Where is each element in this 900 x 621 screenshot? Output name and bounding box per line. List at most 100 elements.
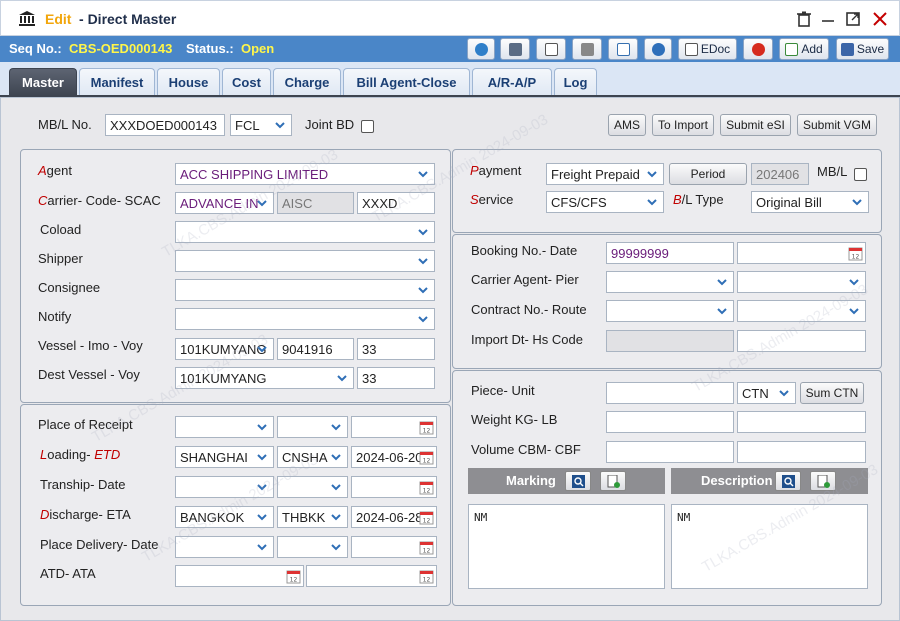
- imo-input[interactable]: 9041916: [277, 338, 354, 360]
- delivery-code-select[interactable]: [277, 536, 348, 558]
- calendar-icon[interactable]: 12: [419, 420, 434, 435]
- receipt-date-input[interactable]: 12: [351, 416, 437, 438]
- loading-code-select[interactable]: CNSHA: [277, 446, 348, 468]
- tab-ar-ap[interactable]: A/R-A/P: [472, 68, 552, 96]
- globe-button[interactable]: [467, 38, 495, 60]
- pier-select[interactable]: [737, 271, 866, 293]
- sum-ctn-button[interactable]: Sum CTN: [800, 382, 864, 404]
- loading-label-rest: oading-: [47, 447, 95, 462]
- loading-select[interactable]: SHANGHAI: [175, 446, 274, 468]
- tab-charge[interactable]: Charge: [273, 68, 341, 96]
- marking-search-button[interactable]: [565, 471, 591, 491]
- mbl-checkbox[interactable]: [854, 168, 867, 181]
- tranship-date-input[interactable]: 12: [351, 476, 437, 498]
- maximize-icon[interactable]: [844, 10, 862, 28]
- carrier-agent-select[interactable]: [606, 271, 734, 293]
- new-doc-button[interactable]: [536, 38, 566, 60]
- discharge-code-select[interactable]: THBKK: [277, 506, 348, 528]
- tab-master[interactable]: Master: [9, 68, 77, 96]
- print-button[interactable]: [572, 38, 602, 60]
- receipt-code-select[interactable]: [277, 416, 348, 438]
- calendar-icon[interactable]: 12: [419, 510, 434, 525]
- booking-input[interactable]: 99999999: [606, 242, 734, 264]
- dest-vessel-label: Dest Vessel - Voy: [38, 367, 140, 382]
- tab-log[interactable]: Log: [554, 68, 597, 96]
- dest-voy-input[interactable]: 33: [357, 367, 435, 389]
- payment-select[interactable]: Freight Prepaid: [546, 163, 664, 185]
- volume-cbf-input[interactable]: [737, 441, 866, 463]
- vessel-select[interactable]: 101KUMYANG: [175, 338, 274, 360]
- bl-type-select[interactable]: Original Bill: [751, 191, 869, 213]
- calendar-icon[interactable]: 12: [848, 246, 863, 261]
- scac-input[interactable]: XXXD: [357, 192, 435, 214]
- refresh-button[interactable]: [644, 38, 672, 60]
- hs-code-input[interactable]: [737, 330, 866, 352]
- service-select[interactable]: CFS/CFS: [546, 191, 664, 213]
- piece-input[interactable]: [606, 382, 734, 404]
- mbl-input[interactable]: XXXDOED000143: [105, 114, 225, 136]
- carrier-label: Carrier- Code- SCAC: [38, 193, 161, 208]
- submit-vgm-button[interactable]: Submit VGM: [797, 114, 877, 136]
- calendar-icon[interactable]: 12: [286, 569, 301, 584]
- coload-select[interactable]: [175, 221, 435, 243]
- status-label: Status.:: [186, 41, 234, 56]
- description-add-button[interactable]: [810, 471, 836, 491]
- close-icon[interactable]: [871, 10, 889, 28]
- tranship-code-select[interactable]: [277, 476, 348, 498]
- discharge-date-input[interactable]: 2024-06-28 12: [351, 506, 437, 528]
- description-textarea[interactable]: NM: [671, 504, 868, 589]
- joint-bd-checkbox[interactable]: [361, 120, 374, 133]
- tab-bill-agent-close[interactable]: Bill Agent-Close: [343, 68, 470, 96]
- submit-esi-button[interactable]: Submit eSI: [720, 114, 791, 136]
- type-select[interactable]: FCL: [230, 114, 292, 136]
- add-button[interactable]: Add: [779, 38, 829, 60]
- edoc-button[interactable]: EDoc: [678, 38, 737, 60]
- weight-kg-input[interactable]: [606, 411, 734, 433]
- calendar-icon[interactable]: 12: [419, 540, 434, 555]
- weight-lb-input[interactable]: [737, 411, 866, 433]
- booking-date-input[interactable]: 12: [737, 242, 866, 264]
- to-import-button[interactable]: To Import: [652, 114, 714, 136]
- shipper-select[interactable]: [175, 250, 435, 272]
- bank-icon: [19, 11, 35, 26]
- discharge-select[interactable]: BANGKOK: [175, 506, 274, 528]
- unit-select[interactable]: CTN: [737, 382, 796, 404]
- payment-value: Freight Prepaid: [551, 167, 640, 182]
- sort-button[interactable]: [500, 38, 530, 60]
- loading-date-input[interactable]: 2024-06-20 12: [351, 446, 437, 468]
- carrier-select[interactable]: ADVANCE IN: [175, 192, 274, 214]
- minimize-icon[interactable]: [819, 10, 837, 28]
- description-search-button[interactable]: [775, 471, 801, 491]
- contract-select[interactable]: [606, 300, 734, 322]
- marking-add-button[interactable]: [600, 471, 626, 491]
- copy-button[interactable]: [608, 38, 638, 60]
- ams-button[interactable]: AMS: [608, 114, 646, 136]
- agent-select[interactable]: ACC SHIPPING LIMITED: [175, 163, 435, 185]
- ata-input[interactable]: 12: [306, 565, 437, 587]
- volume-cbm-input[interactable]: [606, 441, 734, 463]
- delivery-select[interactable]: [175, 536, 274, 558]
- coload-label: Coload: [40, 222, 82, 237]
- tab-manifest[interactable]: Manifest: [79, 68, 155, 96]
- receipt-select[interactable]: [175, 416, 274, 438]
- marking-textarea[interactable]: NM: [468, 504, 665, 589]
- trash-icon[interactable]: [795, 10, 813, 28]
- route-select[interactable]: [737, 300, 866, 322]
- save-button[interactable]: Save: [836, 38, 889, 60]
- atd-input[interactable]: 12: [175, 565, 304, 587]
- tab-cost[interactable]: Cost: [222, 68, 271, 96]
- cancel-button[interactable]: [743, 38, 773, 60]
- consignee-select[interactable]: [175, 279, 435, 301]
- voy-input[interactable]: 33: [357, 338, 435, 360]
- add-doc-icon: [817, 475, 830, 488]
- calendar-icon[interactable]: 12: [419, 450, 434, 465]
- delivery-date-input[interactable]: 12: [351, 536, 437, 558]
- calendar-icon[interactable]: 12: [419, 569, 434, 584]
- calendar-icon[interactable]: 12: [419, 480, 434, 495]
- title-mode: Edit: [45, 11, 72, 27]
- period-button[interactable]: Period: [669, 163, 747, 185]
- notify-select[interactable]: [175, 308, 435, 330]
- dest-vessel-select[interactable]: 101KUMYANG: [175, 367, 354, 389]
- tab-house[interactable]: House: [157, 68, 220, 96]
- tranship-select[interactable]: [175, 476, 274, 498]
